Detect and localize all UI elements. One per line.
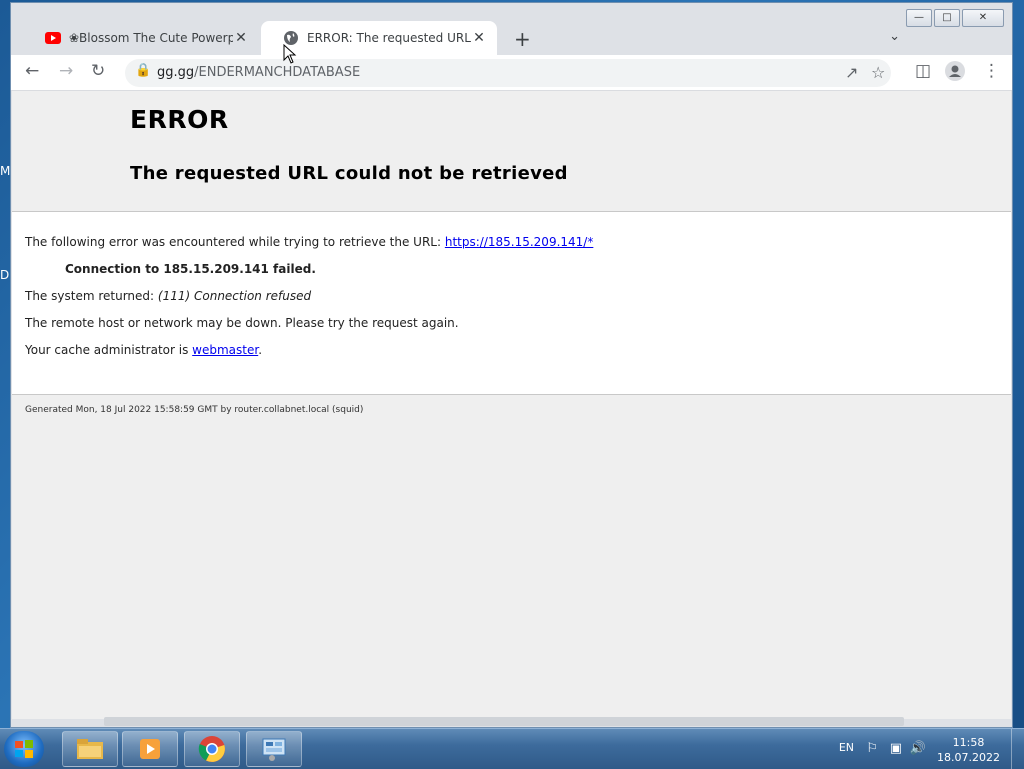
file-explorer-icon xyxy=(77,739,103,759)
url-path: /ENDERMANCHDATABASE xyxy=(194,65,361,80)
chrome-icon xyxy=(198,736,225,762)
page-content: ERROR The requested URL could not be ret… xyxy=(12,91,1011,719)
profile-avatar-icon[interactable] xyxy=(945,61,965,86)
taskbar: EN ⚐ ▣ 🔊 11:58 18.07.2022 xyxy=(0,728,1024,769)
tab-blossom[interactable]: ❀Blossom The Cute Powerpuff G ✕ xyxy=(23,21,259,55)
menu-kebab-icon[interactable]: ⋮ xyxy=(983,61,1000,81)
share-icon[interactable]: ↗ xyxy=(845,63,858,82)
tab-title: ERROR: The requested URL could xyxy=(307,31,471,45)
taskbar-control-panel[interactable] xyxy=(246,731,302,767)
media-player-icon xyxy=(140,739,160,759)
taskbar-file-explorer[interactable] xyxy=(62,731,118,767)
address-bar[interactable]: 🔒 gg.gg/ENDERMANCHDATABASE ↗ ☆ xyxy=(125,59,891,87)
taskbar-chrome[interactable] xyxy=(184,731,240,767)
language-indicator[interactable]: EN xyxy=(839,741,854,754)
back-arrow-icon[interactable]: ← xyxy=(25,61,39,81)
bookmark-star-icon[interactable]: ☆ xyxy=(871,63,885,82)
show-desktop-button[interactable] xyxy=(1011,729,1024,769)
system-returned-line: The system returned: (111) Connection re… xyxy=(25,289,311,303)
lock-icon[interactable]: 🔒 xyxy=(135,63,151,78)
taskbar-media-player[interactable] xyxy=(122,731,178,767)
system-returned-label: The system returned: xyxy=(25,289,155,303)
clock-time: 11:58 xyxy=(952,736,985,749)
browser-toolbar: ← → ↻ 🔒 gg.gg/ENDERMANCHDATABASE ↗ ☆ ◫ ⋮ xyxy=(11,55,1012,91)
windows-logo-icon xyxy=(15,740,33,758)
tab-title: ❀Blossom The Cute Powerpuff G xyxy=(69,31,233,45)
cache-admin-suffix: . xyxy=(258,343,263,357)
desktop-icon-label-m: M xyxy=(0,164,11,178)
system-returned-value: (111) Connection refused xyxy=(157,289,312,303)
cache-admin-label: Your cache administrator is xyxy=(25,343,189,357)
failed-url-link[interactable]: https://185.15.209.141/* xyxy=(445,235,593,249)
youtube-icon xyxy=(45,30,61,46)
horizontal-scrollbar[interactable] xyxy=(104,717,904,726)
forward-arrow-icon[interactable]: → xyxy=(59,61,73,81)
desktop-icon-label-d: D xyxy=(0,268,10,282)
error-header: ERROR The requested URL could not be ret… xyxy=(12,91,1011,212)
volume-icon[interactable]: 🔊 xyxy=(910,741,926,756)
reload-icon[interactable]: ↻ xyxy=(91,61,105,81)
error-line-url: The following error was encountered whil… xyxy=(25,235,593,249)
clock-date: 18.07.2022 xyxy=(937,751,1000,764)
remote-host-text: The remote host or network may be down. … xyxy=(25,316,459,330)
url-domain: gg.gg xyxy=(157,65,195,80)
mouse-cursor-icon xyxy=(283,44,297,64)
close-tab-icon[interactable]: ✕ xyxy=(471,30,487,46)
start-button[interactable] xyxy=(4,731,44,767)
url-text[interactable]: gg.gg/ENDERMANCHDATABASE xyxy=(157,65,360,80)
tab-strip: ❀Blossom The Cute Powerpuff G ✕ ERROR: T… xyxy=(11,19,1012,55)
error-title: ERROR xyxy=(130,105,229,134)
control-panel-icon xyxy=(262,738,286,761)
tab-search-chevron-icon[interactable]: ⌄ xyxy=(889,29,900,44)
side-panel-icon[interactable]: ◫ xyxy=(915,61,931,81)
error-subtitle: The requested URL could not be retrieved xyxy=(130,163,568,184)
browser-window: — □ ✕ ❀Blossom The Cute Powerpuff G ✕ ER… xyxy=(10,2,1013,728)
clock[interactable]: 11:58 18.07.2022 xyxy=(937,735,1000,765)
close-tab-icon[interactable]: ✕ xyxy=(233,30,249,46)
network-icon[interactable]: ▣ xyxy=(890,741,902,756)
action-center-icon[interactable]: ⚐ xyxy=(866,741,878,756)
error-line-url-text: The following error was encountered whil… xyxy=(25,235,442,249)
error-body: The following error was encountered whil… xyxy=(12,212,1011,395)
connection-failed-text: Connection to 185.15.209.141 failed. xyxy=(65,262,316,276)
new-tab-button[interactable]: + xyxy=(514,27,531,51)
squid-footer: Generated Mon, 18 Jul 2022 15:58:59 GMT … xyxy=(25,405,364,415)
webmaster-link[interactable]: webmaster xyxy=(192,343,258,357)
cache-admin-line: Your cache administrator is webmaster. xyxy=(25,343,262,357)
